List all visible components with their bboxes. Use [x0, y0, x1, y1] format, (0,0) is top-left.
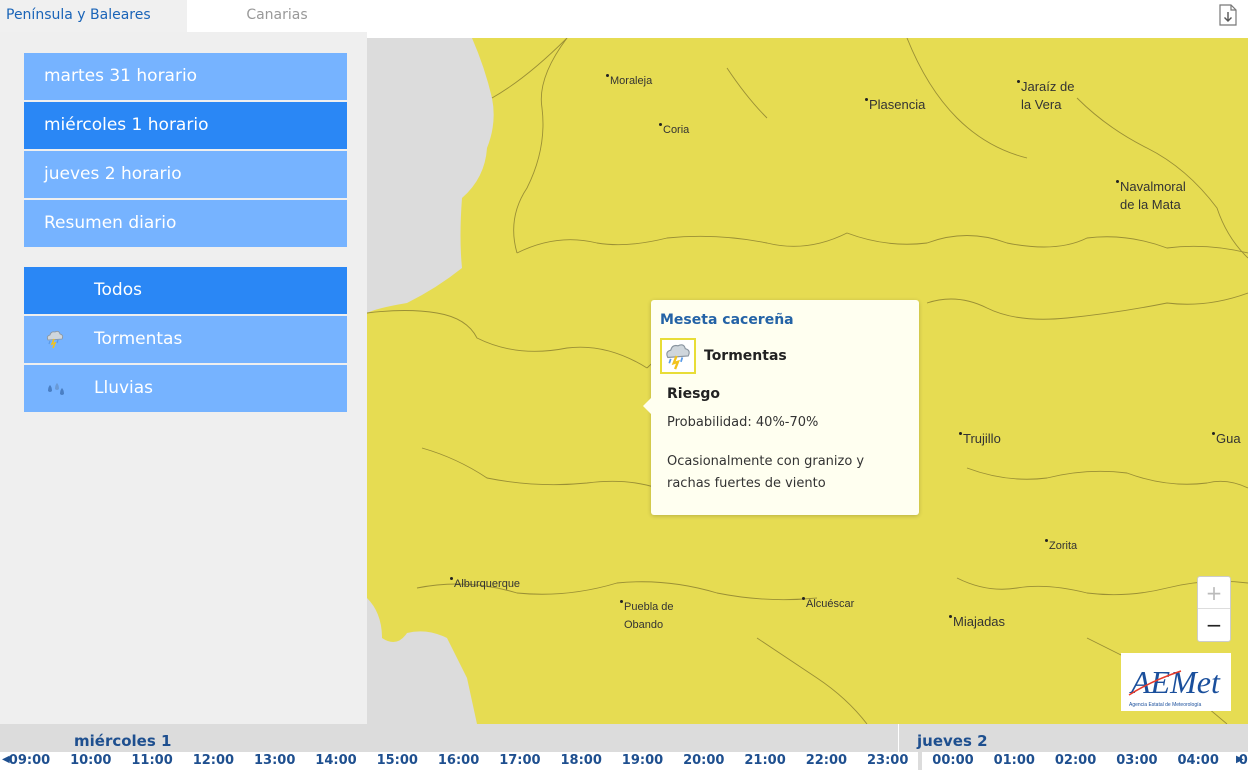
- popup-description: Ocasionalmente con granizo y rachas fuer…: [667, 454, 865, 491]
- download-icon[interactable]: [1218, 3, 1238, 27]
- timeline-prev-arrow[interactable]: ◀: [2, 754, 12, 766]
- timeline-hour[interactable]: 22:00: [794, 752, 857, 770]
- timeline: miércoles 1 jueves 2 09:00 10:00 11:00 12:0…: [0, 724, 1248, 770]
- timeline-day-jueves: jueves 2: [917, 732, 988, 750]
- timeline-hour[interactable]: 16:00: [427, 752, 490, 770]
- timeline-hour[interactable]: 11:00: [120, 752, 183, 770]
- filter-tormentas[interactable]: Tormentas: [24, 316, 347, 363]
- tab-peninsula-baleares[interactable]: Península y Baleares: [0, 0, 187, 32]
- storm-icon: [46, 330, 64, 349]
- zoom-out-button[interactable]: −: [1198, 609, 1230, 641]
- aemet-logo: AEMet Agencia Estatal de Meteorología: [1121, 653, 1231, 711]
- town-alcuescar: Alcuéscar: [802, 595, 854, 613]
- timeline-hour[interactable]: 10:00: [59, 752, 122, 770]
- aemet-logo-graphic: AEMet Agencia Estatal de Meteorología: [1128, 664, 1221, 708]
- timeline-hour[interactable]: 23:00: [856, 752, 919, 770]
- timeline-hour[interactable]: 03:00: [1105, 752, 1168, 770]
- rain-icon: [48, 383, 64, 395]
- town-moraleja: Moraleja: [606, 72, 652, 90]
- filter-lluvias[interactable]: Lluvias: [24, 365, 347, 412]
- day-martes-31[interactable]: martes 31 horario: [24, 53, 347, 100]
- svg-text:AEMet: AEMet: [1129, 664, 1221, 700]
- filter-todos[interactable]: Todos: [24, 267, 347, 314]
- timeline-next-arrow[interactable]: ▶: [1236, 754, 1246, 766]
- day-miercoles-1[interactable]: miércoles 1 horario: [24, 102, 347, 149]
- town-navalmoral: Navalmoral de la Mata: [1116, 178, 1186, 214]
- town-jaraiz: Jaraíz de la Vera: [1017, 78, 1074, 114]
- timeline-hour[interactable]: 18:00: [549, 752, 612, 770]
- svg-text:Agencia Estatal de Meteorologí: Agencia Estatal de Meteorología: [1129, 702, 1201, 708]
- timeline-hour[interactable]: 21:00: [733, 752, 796, 770]
- storm-icon: [666, 344, 690, 370]
- timeline-hour[interactable]: 13:00: [243, 752, 306, 770]
- popup-phenomenon: Tormentas: [704, 348, 787, 364]
- zone-popup: Meseta cacereña Tormentas Riesgo Probabi…: [643, 300, 919, 515]
- filter-todos-label: Todos: [94, 280, 142, 300]
- town-miajadas: Miajadas: [949, 613, 1005, 631]
- day-jueves-2[interactable]: jueves 2 horario: [24, 151, 347, 198]
- filter-tormentas-label: Tormentas: [94, 329, 183, 349]
- timeline-hour[interactable]: 14:00: [304, 752, 367, 770]
- day-resumen-diario[interactable]: Resumen diario: [24, 200, 347, 247]
- popup-probability: Probabilidad: 40%-70%: [667, 415, 819, 430]
- timeline-day-miercoles: miércoles 1: [74, 732, 172, 750]
- zoom-in-button[interactable]: +: [1198, 577, 1230, 609]
- timeline-hour[interactable]: 01:00: [982, 752, 1045, 770]
- town-coria: Coria: [659, 121, 689, 139]
- region-tabs: Península y Baleares Canarias: [0, 0, 367, 32]
- town-puebla-de-obando: Puebla de Obando: [620, 598, 674, 634]
- town-alburquerque: Alburquerque: [450, 575, 520, 593]
- town-zorita: Zorita: [1045, 537, 1077, 555]
- town-gua: Gua: [1212, 430, 1241, 448]
- popup-risk-label: Riesgo: [667, 386, 721, 402]
- popup-zone-title: Meseta cacereña: [660, 312, 794, 328]
- timeline-day-separator: [898, 724, 899, 752]
- timeline-hour[interactable]: 00:00: [921, 752, 984, 770]
- tab-canarias[interactable]: Canarias: [187, 0, 367, 32]
- timeline-hour[interactable]: 17:00: [488, 752, 551, 770]
- popup-icon-box: [660, 338, 696, 374]
- timeline-hour[interactable]: 15:00: [365, 752, 428, 770]
- zoom-control: + −: [1197, 576, 1231, 642]
- town-plasencia: Plasencia: [865, 96, 925, 114]
- timeline-hour[interactable]: 12:00: [181, 752, 244, 770]
- timeline-hour[interactable]: 19:00: [611, 752, 673, 770]
- sidebar: martes 31 horario miércoles 1 horario ju…: [0, 32, 367, 724]
- town-trujillo: Trujillo: [959, 430, 1001, 448]
- timeline-hour[interactable]: 02:00: [1044, 752, 1107, 770]
- timeline-hour[interactable]: 04:00: [1166, 752, 1229, 770]
- filter-lluvias-label: Lluvias: [94, 378, 154, 398]
- timeline-hour[interactable]: 20:00: [672, 752, 735, 770]
